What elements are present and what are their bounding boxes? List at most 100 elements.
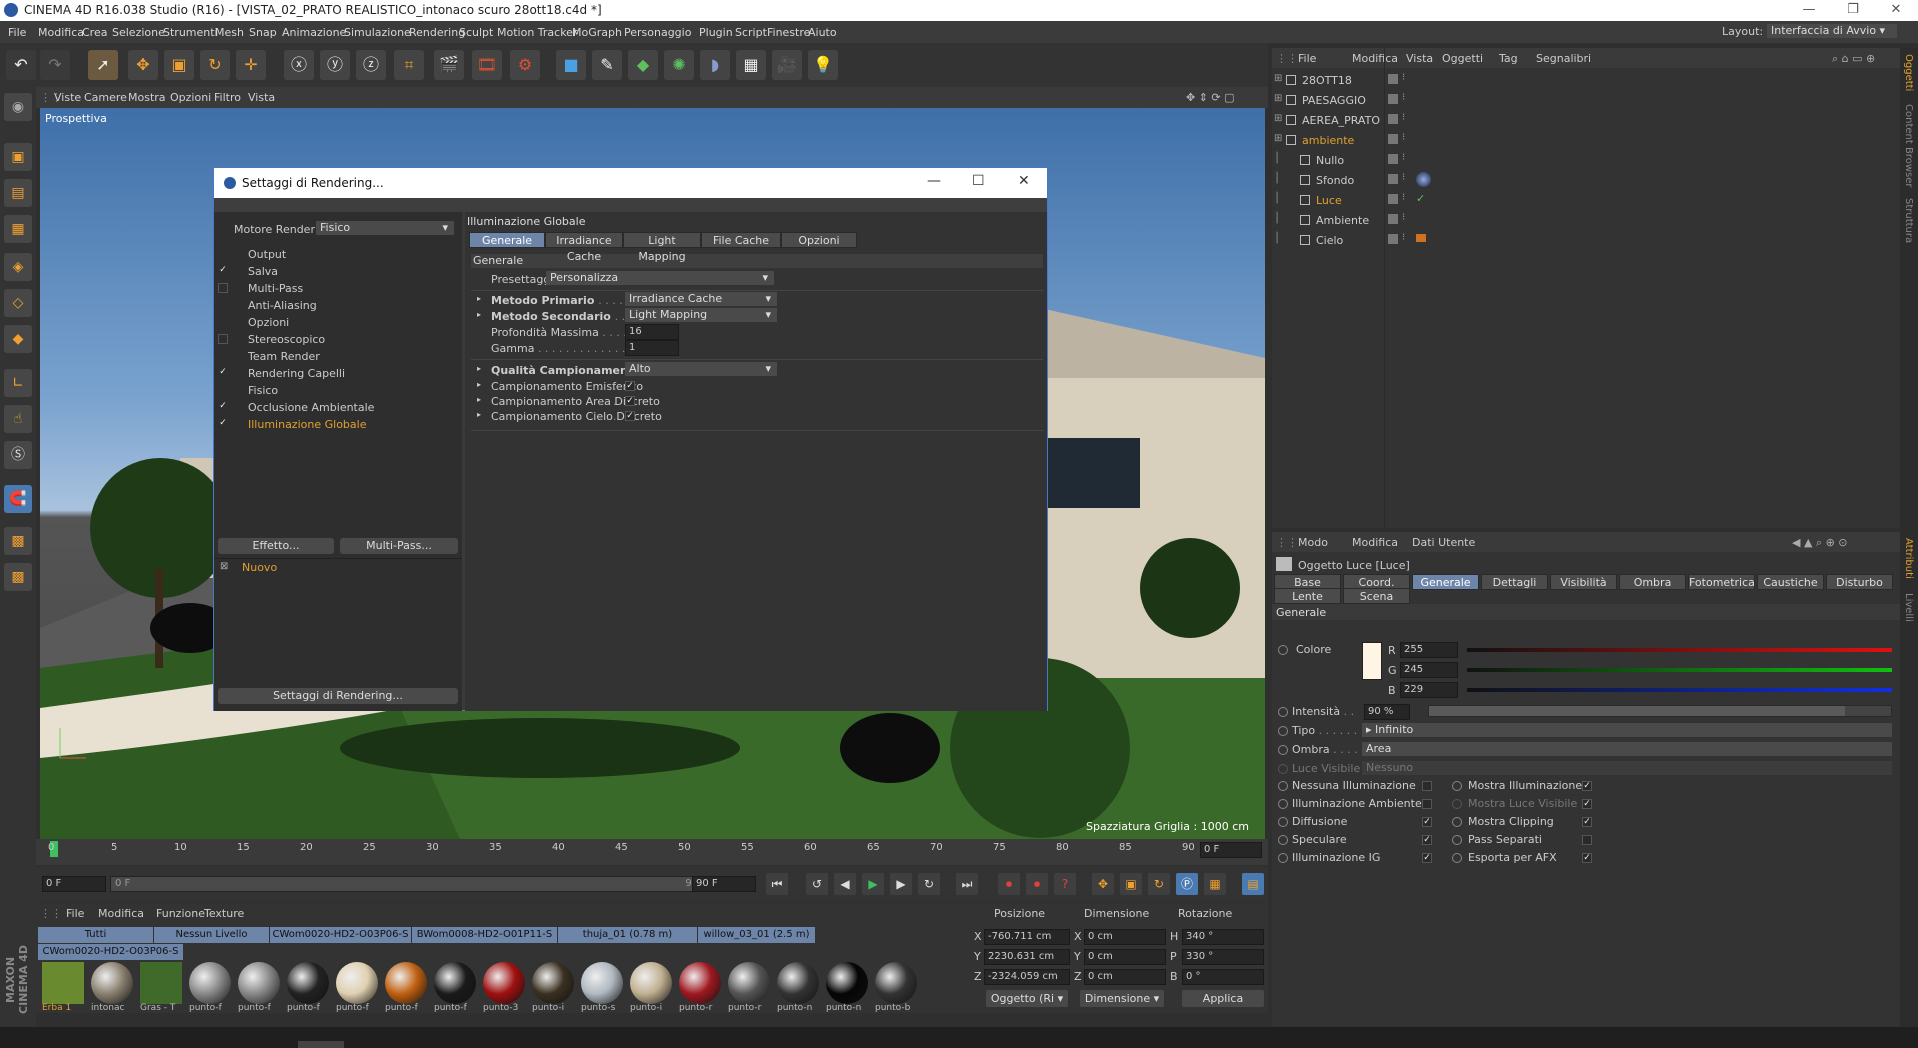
viewport-menu-vista[interactable]: Vista — [248, 91, 275, 104]
snap-icon[interactable]: Ⓢ — [4, 441, 32, 469]
material-swatch[interactable] — [238, 962, 280, 1004]
intensity-slider[interactable] — [1428, 705, 1892, 717]
gamma-field[interactable]: 1 — [625, 340, 679, 356]
type-anim-dot[interactable] — [1278, 726, 1288, 736]
side-tab-structure[interactable]: Struttura — [1903, 198, 1914, 243]
attr-tab-ombra[interactable]: Ombra — [1619, 574, 1686, 590]
primary-method-dropdown[interactable]: Irradiance Cache ▾ — [625, 292, 777, 306]
planar-workplane-icon[interactable]: ▩ — [4, 563, 32, 591]
keyframe-selection-icon[interactable]: ? — [1054, 873, 1076, 895]
gi-tab-irradiance-cache[interactable]: Irradiance Cache — [545, 232, 623, 263]
material-filter-tab[interactable]: CWom0020-HD2-O03P06-S — [270, 927, 412, 943]
texture-mode-icon[interactable]: ▤ — [4, 179, 32, 207]
y-axis-icon[interactable]: ⓨ — [320, 50, 350, 80]
viewport-nav-icons[interactable]: ✥ ⇕ ⟳ ▢ — [1186, 91, 1235, 104]
color-anim-dot[interactable] — [1278, 645, 1288, 655]
render-dots-icon[interactable]: ⁝ — [1402, 212, 1405, 223]
menu-simulazione[interactable]: Simulazione — [344, 26, 411, 39]
option-checkbox[interactable] — [1422, 799, 1432, 809]
expand-icon[interactable]: ⊞ — [1274, 133, 1282, 144]
frame-range-slider[interactable]: 0 F 90 F — [110, 876, 718, 892]
go-to-start-icon[interactable]: ⏮ — [766, 873, 788, 895]
tree-item-checkbox[interactable] — [218, 334, 228, 344]
start-frame-field[interactable]: 0 F — [42, 876, 106, 892]
attributes-nav-icons[interactable]: ◀ ▲ ⌕ ⊕ ⊙ — [1792, 536, 1848, 550]
material-swatch[interactable] — [287, 962, 329, 1004]
object-row[interactable]: ⊞ AEREA_PRATO ⁝ — [1272, 110, 1900, 130]
apply-button[interactable]: Applica — [1182, 990, 1264, 1007]
color-swatch[interactable] — [1362, 642, 1382, 680]
visibility-icon[interactable] — [1388, 234, 1398, 244]
option-checkbox[interactable]: ✓ — [1582, 853, 1592, 863]
tree-item-opzioni[interactable]: Opzioni — [248, 316, 289, 329]
position-field[interactable]: -760.711 cm — [984, 929, 1070, 945]
material-swatch[interactable] — [42, 962, 84, 1004]
previous-frame-icon[interactable]: ◀ — [834, 873, 856, 895]
object-row[interactable]: ⊞ ambiente ⁝ — [1272, 130, 1900, 150]
side-tab-objects[interactable]: Oggetti — [1903, 54, 1914, 91]
material-filter-tab[interactable]: Nessun Livello — [154, 927, 270, 943]
visibility-icon[interactable] — [1388, 174, 1398, 184]
option-anim-dot[interactable] — [1452, 781, 1462, 791]
menu-selezione[interactable]: Selezione — [112, 26, 165, 39]
attributes-menu-modifica[interactable]: Modifica — [1352, 536, 1398, 549]
preset-dropdown[interactable]: Personalizza ▾ — [546, 271, 774, 285]
coordinate-system-icon[interactable]: ⌗ — [394, 50, 424, 80]
tree-item-checkbox[interactable] — [218, 283, 228, 293]
object-row[interactable]: │ Ambiente ⁝ — [1272, 210, 1900, 230]
render-dots-icon[interactable]: ⁝ — [1402, 72, 1405, 83]
material-swatch[interactable] — [336, 962, 378, 1004]
visible-light-dropdown[interactable]: Nessuno — [1362, 761, 1892, 775]
menu-file[interactable]: File — [8, 26, 26, 39]
menu-aiuto[interactable]: Aiuto — [808, 26, 837, 39]
enabled-check-icon[interactable]: ✓ — [1416, 192, 1425, 205]
autokey-icon[interactable]: ⏺ — [1026, 873, 1048, 895]
expand-icon[interactable]: ⊞ — [1274, 113, 1282, 124]
spline-pen-icon[interactable]: ✎ — [592, 50, 622, 80]
select-tool-icon[interactable]: ➚ — [88, 50, 118, 80]
position-field[interactable]: -2324.059 cm — [984, 969, 1070, 985]
dialog-close-button[interactable]: ✕ — [1018, 173, 1030, 189]
tree-item-output[interactable]: Output — [248, 248, 286, 261]
visibility-icon[interactable] — [1388, 214, 1398, 224]
menu-mograph[interactable]: MoGraph — [572, 26, 622, 39]
key-rotation-icon[interactable]: ↻ — [1148, 873, 1170, 895]
key-position-icon[interactable]: ✥ — [1092, 873, 1114, 895]
undo-icon[interactable]: ↶ — [6, 50, 36, 80]
go-to-end-icon[interactable]: ⏭ — [956, 873, 978, 895]
sampling-checkbox[interactable]: ✓ — [625, 396, 635, 406]
menu-crea[interactable]: Crea — [82, 26, 107, 39]
menu-script[interactable]: Script — [735, 26, 767, 39]
visibility-icon[interactable] — [1388, 134, 1398, 144]
tree-item-checkbox[interactable]: ✓ — [218, 402, 228, 412]
visibility-icon[interactable] — [1388, 194, 1398, 204]
menu-snap[interactable]: Snap — [249, 26, 277, 39]
material-swatch[interactable] — [875, 962, 917, 1004]
next-frame-icon[interactable]: ▶ — [890, 873, 912, 895]
option-anim-dot[interactable] — [1452, 835, 1462, 845]
floor-icon[interactable]: ▦ — [736, 50, 766, 80]
edges-mode-icon[interactable]: ◇ — [4, 289, 32, 317]
option-checkbox[interactable]: ✓ — [1582, 817, 1592, 827]
size-field[interactable]: 0 cm — [1084, 929, 1166, 945]
sampling-checkbox[interactable]: ✓ — [625, 381, 635, 391]
tree-item-checkbox[interactable]: ✓ — [218, 368, 228, 378]
tree-item-illuminazione-globale[interactable]: Illuminazione Globale — [248, 418, 366, 431]
shadow-dropdown[interactable]: Area — [1362, 742, 1892, 756]
material-swatch[interactable] — [728, 962, 770, 1004]
option-anim-dot[interactable] — [1452, 853, 1462, 863]
tree-line-icon[interactable]: │ — [1274, 153, 1280, 164]
render-settings-icon[interactable]: ⚙ — [510, 50, 540, 80]
attr-tab-fotometrica[interactable]: Fotometrica — [1688, 574, 1755, 590]
camera-icon[interactable]: 🎥 — [772, 50, 802, 80]
render-view-icon[interactable]: 🎬 — [434, 50, 464, 80]
r-slider[interactable] — [1467, 648, 1892, 652]
sampling-expand-icon[interactable]: ▸ — [477, 395, 481, 404]
material-swatch[interactable] — [679, 962, 721, 1004]
model-mode-icon[interactable]: ▣ — [4, 143, 32, 171]
multipass-button[interactable]: Multi-Pass... — [340, 538, 458, 554]
workplane-icon[interactable]: ▦ — [4, 215, 32, 243]
menu-mesh[interactable]: Mesh — [215, 26, 244, 39]
material-tag-icon[interactable] — [1416, 172, 1431, 187]
points-mode-icon[interactable]: ◈ — [4, 253, 32, 281]
